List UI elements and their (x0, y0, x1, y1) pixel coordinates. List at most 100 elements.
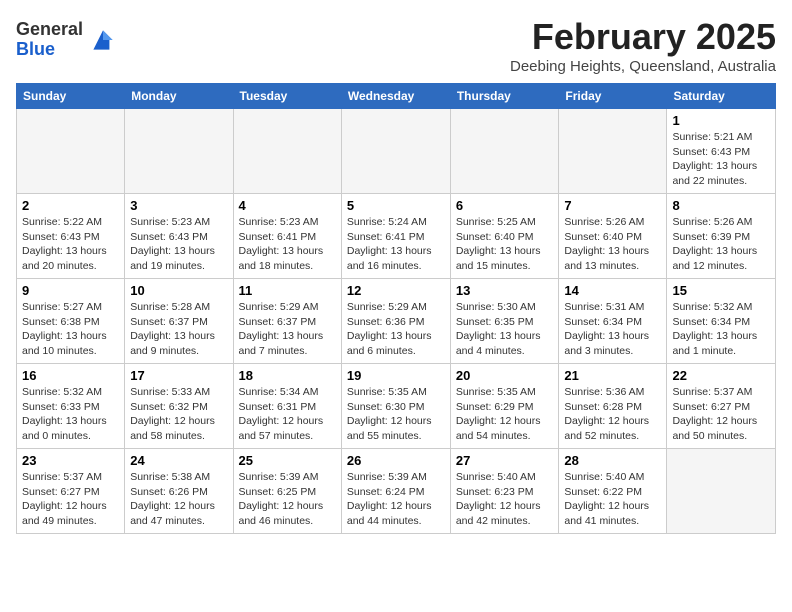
calendar-cell: 20 Sunrise: 5:35 AM Sunset: 6:29 PM Dayli… (450, 364, 559, 449)
header: General Blue February 2025 Deebing Heigh… (16, 16, 776, 75)
calendar-cell (233, 109, 341, 194)
calendar-cell: 14 Sunrise: 5:31 AM Sunset: 6:34 PM Dayli… (559, 279, 667, 364)
day-number: 8 (672, 198, 770, 213)
day-number: 7 (564, 198, 661, 213)
day-number: 15 (672, 283, 770, 298)
day-number: 20 (456, 368, 554, 383)
day-info: Sunrise: 5:32 AM Sunset: 6:34 PM Dayligh… (672, 300, 770, 359)
month-title: February 2025 (510, 16, 776, 58)
day-number: 10 (130, 283, 227, 298)
day-info: Sunrise: 5:25 AM Sunset: 6:40 PM Dayligh… (456, 215, 554, 274)
day-info: Sunrise: 5:33 AM Sunset: 6:32 PM Dayligh… (130, 385, 227, 444)
day-info: Sunrise: 5:23 AM Sunset: 6:43 PM Dayligh… (130, 215, 227, 274)
day-info: Sunrise: 5:22 AM Sunset: 6:43 PM Dayligh… (22, 215, 119, 274)
calendar-cell: 23Sunrise: 5:37 AM Sunset: 6:27 PM Dayli… (17, 449, 125, 534)
day-number: 4 (239, 198, 336, 213)
week-row-2: 9 Sunrise: 5:27 AM Sunset: 6:38 PM Daylig… (17, 279, 776, 364)
day-number: 17 (130, 368, 227, 383)
calendar-cell: 17 Sunrise: 5:33 AM Sunset: 6:32 PM Dayli… (125, 364, 233, 449)
calendar-cell: 4 Sunrise: 5:23 AM Sunset: 6:41 PM Daylig… (233, 194, 341, 279)
day-info: Sunrise: 5:32 AM Sunset: 6:33 PM Dayligh… (22, 385, 119, 444)
day-number: 28 (564, 453, 661, 468)
day-info: Sunrise: 5:28 AM Sunset: 6:37 PM Dayligh… (130, 300, 227, 359)
calendar-cell: 18Sunrise: 5:34 AM Sunset: 6:31 PM Dayli… (233, 364, 341, 449)
logo-general: General (16, 20, 83, 40)
day-number: 3 (130, 198, 227, 213)
calendar-cell (17, 109, 125, 194)
day-info: Sunrise: 5:35 AM Sunset: 6:30 PM Dayligh… (347, 385, 445, 444)
day-number: 23 (22, 453, 119, 468)
day-number: 2 (22, 198, 119, 213)
calendar-cell: 16 Sunrise: 5:32 AM Sunset: 6:33 PM Dayli… (17, 364, 125, 449)
day-header-monday: Monday (125, 84, 233, 109)
calendar-cell: 10 Sunrise: 5:28 AM Sunset: 6:37 PM Dayli… (125, 279, 233, 364)
week-row-1: 2 Sunrise: 5:22 AM Sunset: 6:43 PM Daylig… (17, 194, 776, 279)
day-info: Sunrise: 5:40 AM Sunset: 6:23 PM Dayligh… (456, 470, 554, 529)
calendar-cell: 24 Sunrise: 5:38 AM Sunset: 6:26 PM Dayli… (125, 449, 233, 534)
day-header-saturday: Saturday (667, 84, 776, 109)
day-number: 21 (564, 368, 661, 383)
day-info: Sunrise: 5:36 AM Sunset: 6:28 PM Dayligh… (564, 385, 661, 444)
calendar: SundayMondayTuesdayWednesdayThursdayFrid… (16, 83, 776, 534)
calendar-cell: 7 Sunrise: 5:26 AM Sunset: 6:40 PM Daylig… (559, 194, 667, 279)
day-number: 22 (672, 368, 770, 383)
day-info: Sunrise: 5:31 AM Sunset: 6:34 PM Dayligh… (564, 300, 661, 359)
day-number: 9 (22, 283, 119, 298)
calendar-cell (125, 109, 233, 194)
calendar-cell (450, 109, 559, 194)
day-info: Sunrise: 5:26 AM Sunset: 6:39 PM Dayligh… (672, 215, 770, 274)
calendar-cell: 3 Sunrise: 5:23 AM Sunset: 6:43 PM Daylig… (125, 194, 233, 279)
day-info: Sunrise: 5:39 AM Sunset: 6:25 PM Dayligh… (239, 470, 336, 529)
day-number: 13 (456, 283, 554, 298)
calendar-cell: 11Sunrise: 5:29 AM Sunset: 6:37 PM Dayli… (233, 279, 341, 364)
day-number: 14 (564, 283, 661, 298)
day-number: 18 (239, 368, 336, 383)
calendar-cell: 15 Sunrise: 5:32 AM Sunset: 6:34 PM Dayli… (667, 279, 776, 364)
calendar-cell: 9 Sunrise: 5:27 AM Sunset: 6:38 PM Daylig… (17, 279, 125, 364)
calendar-cell: 28 Sunrise: 5:40 AM Sunset: 6:22 PM Dayli… (559, 449, 667, 534)
day-number: 26 (347, 453, 445, 468)
calendar-cell: 5 Sunrise: 5:24 AM Sunset: 6:41 PM Daylig… (341, 194, 450, 279)
day-number: 25 (239, 453, 336, 468)
logo: General Blue (16, 20, 119, 60)
day-number: 27 (456, 453, 554, 468)
calendar-cell (559, 109, 667, 194)
calendar-cell: 25 Sunrise: 5:39 AM Sunset: 6:25 PM Dayli… (233, 449, 341, 534)
day-info: Sunrise: 5:40 AM Sunset: 6:22 PM Dayligh… (564, 470, 661, 529)
day-number: 16 (22, 368, 119, 383)
day-info: Sunrise: 5:35 AM Sunset: 6:29 PM Dayligh… (456, 385, 554, 444)
day-header-thursday: Thursday (450, 84, 559, 109)
calendar-cell: 13 Sunrise: 5:30 AM Sunset: 6:35 PM Dayli… (450, 279, 559, 364)
day-number: 5 (347, 198, 445, 213)
logo-text: General Blue (16, 20, 83, 60)
day-info: Sunrise: 5:24 AM Sunset: 6:41 PM Dayligh… (347, 215, 445, 274)
calendar-cell: 26Sunrise: 5:39 AM Sunset: 6:24 PM Dayli… (341, 449, 450, 534)
calendar-cell: 21 Sunrise: 5:36 AM Sunset: 6:28 PM Dayli… (559, 364, 667, 449)
day-info: Sunrise: 5:26 AM Sunset: 6:40 PM Dayligh… (564, 215, 661, 274)
calendar-cell (667, 449, 776, 534)
days-header-row: SundayMondayTuesdayWednesdayThursdayFrid… (17, 84, 776, 109)
day-number: 1 (672, 113, 770, 128)
day-info: Sunrise: 5:37 AM Sunset: 6:27 PM Dayligh… (672, 385, 770, 444)
day-info: Sunrise: 5:29 AM Sunset: 6:36 PM Dayligh… (347, 300, 445, 359)
calendar-cell: 6 Sunrise: 5:25 AM Sunset: 6:40 PM Daylig… (450, 194, 559, 279)
calendar-cell: 12Sunrise: 5:29 AM Sunset: 6:36 PM Dayli… (341, 279, 450, 364)
week-row-4: 23Sunrise: 5:37 AM Sunset: 6:27 PM Dayli… (17, 449, 776, 534)
day-header-wednesday: Wednesday (341, 84, 450, 109)
day-info: Sunrise: 5:38 AM Sunset: 6:26 PM Dayligh… (130, 470, 227, 529)
day-number: 6 (456, 198, 554, 213)
logo-icon (87, 24, 119, 56)
day-number: 24 (130, 453, 227, 468)
calendar-cell: 22 Sunrise: 5:37 AM Sunset: 6:27 PM Dayli… (667, 364, 776, 449)
calendar-cell: 27 Sunrise: 5:40 AM Sunset: 6:23 PM Dayli… (450, 449, 559, 534)
day-header-sunday: Sunday (17, 84, 125, 109)
day-info: Sunrise: 5:29 AM Sunset: 6:37 PM Dayligh… (239, 300, 336, 359)
day-info: Sunrise: 5:21 AM Sunset: 6:43 PM Dayligh… (672, 130, 770, 189)
logo-blue: Blue (16, 40, 83, 60)
week-row-3: 16 Sunrise: 5:32 AM Sunset: 6:33 PM Dayli… (17, 364, 776, 449)
day-info: Sunrise: 5:23 AM Sunset: 6:41 PM Dayligh… (239, 215, 336, 274)
day-info: Sunrise: 5:27 AM Sunset: 6:38 PM Dayligh… (22, 300, 119, 359)
day-info: Sunrise: 5:30 AM Sunset: 6:35 PM Dayligh… (456, 300, 554, 359)
calendar-cell: 19Sunrise: 5:35 AM Sunset: 6:30 PM Dayli… (341, 364, 450, 449)
title-area: February 2025 Deebing Heights, Queenslan… (510, 16, 776, 75)
